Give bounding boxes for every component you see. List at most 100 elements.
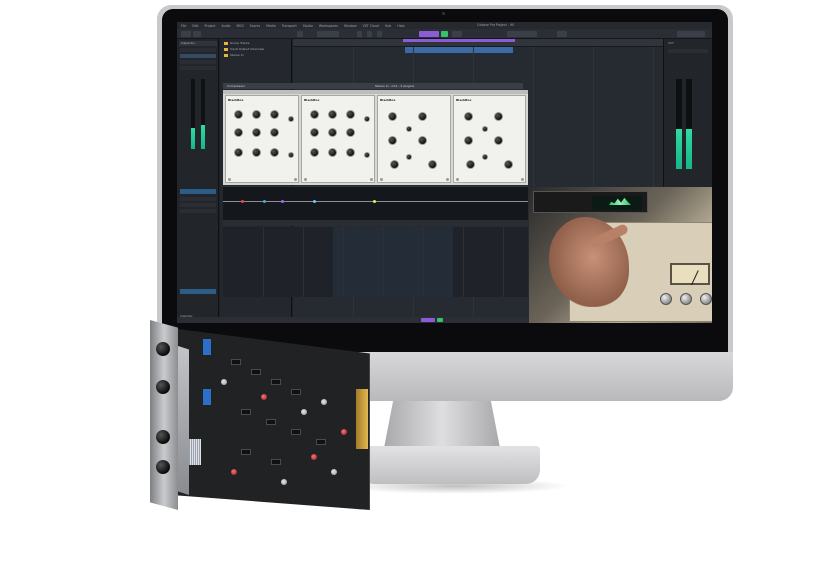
right-zone-title: VST (668, 41, 674, 45)
band-knob[interactable] (494, 112, 503, 121)
menu-item[interactable]: Window (344, 24, 357, 28)
small-knob[interactable] (406, 154, 412, 160)
output-knob[interactable] (346, 148, 355, 157)
inspector-insert-slot[interactable] (180, 203, 216, 207)
toolbar-quantize-field[interactable] (507, 31, 537, 37)
threshold-knob[interactable] (310, 110, 319, 119)
threshold-knob[interactable] (234, 110, 243, 119)
toolbar-color-button[interactable] (557, 31, 567, 37)
imac-stand-foot (360, 446, 540, 484)
menu-item[interactable]: Audio (221, 24, 230, 28)
toolbar-constrain-button[interactable] (193, 31, 201, 37)
mix-knob[interactable] (252, 148, 261, 157)
inspector-section-sends[interactable] (180, 289, 216, 294)
menu-item[interactable]: VST Cloud (363, 24, 379, 28)
menu-item[interactable]: File (181, 24, 186, 28)
inspector-row[interactable] (180, 60, 216, 64)
mix-knob[interactable] (328, 148, 337, 157)
inspector-buttons-row[interactable] (180, 54, 216, 58)
band-knob[interactable] (464, 112, 473, 121)
toolbar-activate-button[interactable] (181, 31, 191, 37)
band-knob[interactable] (388, 136, 397, 145)
sidechain-knob[interactable] (234, 148, 243, 157)
inspector-row[interactable] (180, 66, 216, 70)
transport-cycle-button[interactable] (421, 318, 435, 322)
toolbar-window-layout-button[interactable] (677, 31, 705, 37)
plugin-tab[interactable]: Stereo In - Ch1 - 2 plugins (373, 83, 416, 89)
eq-band-handle[interactable] (241, 200, 244, 203)
release-knob[interactable] (310, 128, 319, 137)
inspector-title: Inspector (179, 41, 217, 46)
menu-item[interactable]: Workspaces (319, 24, 338, 28)
menu-item[interactable]: Studio (303, 24, 313, 28)
small-knob[interactable] (364, 116, 370, 122)
circuit-board (170, 328, 370, 510)
ratio-knob[interactable] (328, 110, 337, 119)
track-row[interactable]: Stereo In (222, 53, 290, 58)
faceplate-knob (156, 380, 170, 394)
small-knob[interactable] (482, 126, 488, 132)
menu-item[interactable]: Hub (385, 24, 391, 28)
band-knob[interactable] (390, 160, 399, 169)
eq-controls-bar[interactable] (223, 220, 528, 226)
menu-item[interactable]: Transport (282, 24, 297, 28)
toolbar-tool-button[interactable] (367, 31, 372, 37)
transport-play-button[interactable] (437, 318, 443, 322)
attack-knob[interactable] (346, 110, 355, 119)
ratio-knob[interactable] (252, 110, 261, 119)
inspector-track-name[interactable] (180, 48, 216, 52)
plugin-tab[interactable]: Compressor (225, 83, 247, 89)
eq-curve-display[interactable] (223, 186, 528, 226)
track-row[interactable]: Input Output Channels (222, 47, 290, 52)
toolbar-tool-button[interactable] (377, 31, 382, 37)
menu-item[interactable]: Project (205, 24, 216, 28)
output-knob[interactable] (270, 148, 279, 157)
menu-item[interactable]: Edit (192, 24, 198, 28)
knee-knob[interactable] (328, 128, 337, 137)
toolbar-snap-button[interactable] (317, 31, 339, 37)
small-knob[interactable] (364, 152, 370, 158)
band-knob[interactable] (504, 160, 513, 169)
attack-knob[interactable] (270, 110, 279, 119)
toolbar-record-button[interactable] (452, 31, 462, 37)
band-knob[interactable] (428, 160, 437, 169)
menu-item[interactable]: MIDI (237, 24, 244, 28)
small-knob[interactable] (288, 152, 294, 158)
faceplate-knob (156, 342, 170, 356)
right-zone-row[interactable] (668, 49, 708, 53)
toolbar-cycle-button[interactable] (419, 31, 439, 37)
band-knob[interactable] (418, 136, 427, 145)
sidechain-knob[interactable] (310, 148, 319, 157)
inspector-insert-slot[interactable] (180, 197, 216, 201)
small-knob[interactable] (406, 126, 412, 132)
toolbar-play-button[interactable] (441, 31, 448, 37)
knee-knob[interactable] (252, 128, 261, 137)
toolbar (177, 29, 712, 39)
menu-item[interactable]: Help (397, 24, 404, 28)
eq-band-handle[interactable] (281, 200, 284, 203)
toolbar-tool-button[interactable] (357, 31, 362, 37)
cycle-marker[interactable] (403, 39, 515, 42)
eq-band-handle[interactable] (263, 200, 266, 203)
band-knob[interactable] (464, 136, 473, 145)
track-row[interactable]: Group Tracks (222, 41, 290, 46)
eq-band-handle[interactable] (313, 200, 316, 203)
timeline-ruler[interactable] (293, 39, 663, 47)
toolbar-mode-button[interactable] (297, 31, 303, 37)
inspector-insert-slot[interactable] (180, 209, 216, 213)
eq-band-handle[interactable] (373, 200, 376, 203)
plugin-window-titlebar[interactable]: Compressor Stereo In - Ch1 - 2 plugins (223, 83, 523, 89)
band-knob[interactable] (494, 136, 503, 145)
band-knob[interactable] (388, 112, 397, 121)
inspector-section-inserts[interactable] (180, 189, 216, 194)
band-knob[interactable] (466, 160, 475, 169)
audio-event[interactable] (405, 47, 513, 53)
small-knob[interactable] (288, 116, 294, 122)
makeup-knob[interactable] (270, 128, 279, 137)
small-knob[interactable] (482, 154, 488, 160)
band-knob[interactable] (418, 112, 427, 121)
release-knob[interactable] (234, 128, 243, 137)
menu-item[interactable]: Media (266, 24, 276, 28)
makeup-knob[interactable] (346, 128, 355, 137)
menu-item[interactable]: Scores (250, 24, 261, 28)
